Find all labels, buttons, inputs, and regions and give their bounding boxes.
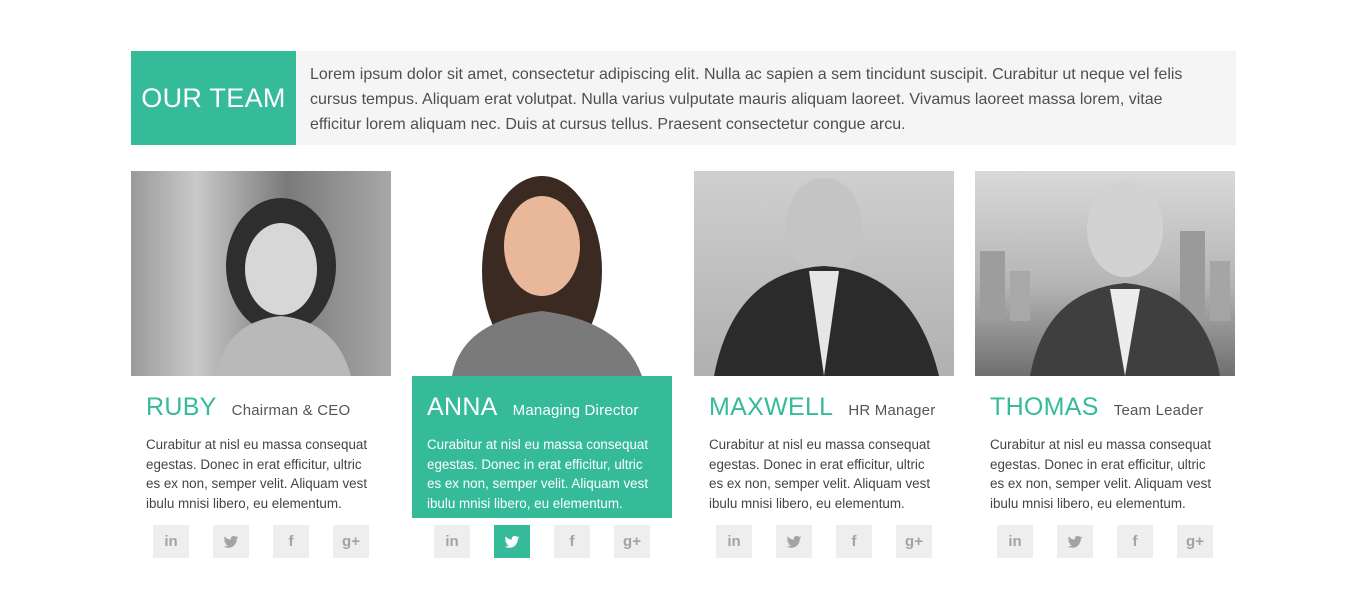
section-intro: Lorem ipsum dolor sit amet, consectetur …: [310, 66, 1183, 133]
facebook-icon[interactable]: f: [1117, 525, 1153, 558]
member-photo: [131, 171, 391, 376]
member-name: THOMAS: [990, 393, 1099, 421]
member-name: ANNA: [427, 393, 498, 421]
member-info: ANNA Managing Director Curabitur at nisl…: [412, 376, 672, 518]
member-bio: Curabitur at nisl eu massa consequat ege…: [146, 437, 368, 511]
social-links: in f g+: [716, 525, 932, 558]
member-info: THOMAS Team Leader Curabitur at nisl eu …: [975, 376, 1235, 518]
team-card-ruby: RUBY Chairman & CEO Curabitur at nisl eu…: [131, 171, 391, 558]
member-role: Team Leader: [1113, 402, 1204, 419]
facebook-icon[interactable]: f: [273, 525, 309, 558]
team-header: OUR TEAM Lorem ipsum dolor sit amet, con…: [131, 51, 1236, 145]
linkedin-icon[interactable]: in: [153, 525, 189, 558]
member-info: RUBY Chairman & CEO Curabitur at nisl eu…: [131, 376, 391, 518]
social-links: in f g+: [153, 525, 369, 558]
facebook-icon[interactable]: f: [836, 525, 872, 558]
googleplus-icon[interactable]: g+: [1177, 525, 1213, 558]
member-bio: Curabitur at nisl eu massa consequat ege…: [427, 437, 649, 511]
team-card-maxwell: MAXWELL HR Manager Curabitur at nisl eu …: [694, 171, 954, 558]
member-name: RUBY: [146, 393, 217, 421]
social-links: in f g+: [434, 525, 650, 558]
twitter-icon[interactable]: [213, 525, 249, 558]
member-photo: [975, 171, 1235, 376]
twitter-icon[interactable]: [1057, 525, 1093, 558]
member-photo: [412, 171, 672, 376]
member-bio: Curabitur at nisl eu massa consequat ege…: [990, 437, 1212, 511]
twitter-icon[interactable]: [494, 525, 530, 558]
googleplus-icon[interactable]: g+: [333, 525, 369, 558]
team-card-thomas: THOMAS Team Leader Curabitur at nisl eu …: [975, 171, 1235, 558]
googleplus-icon[interactable]: g+: [896, 525, 932, 558]
member-bio: Curabitur at nisl eu massa consequat ege…: [709, 437, 931, 511]
linkedin-icon[interactable]: in: [997, 525, 1033, 558]
googleplus-icon[interactable]: g+: [614, 525, 650, 558]
member-name: MAXWELL: [709, 393, 834, 421]
team-card-anna: ANNA Managing Director Curabitur at nisl…: [412, 171, 672, 558]
twitter-icon[interactable]: [776, 525, 812, 558]
social-links: in f g+: [997, 525, 1213, 558]
member-photo: [694, 171, 954, 376]
linkedin-icon[interactable]: in: [434, 525, 470, 558]
linkedin-icon[interactable]: in: [716, 525, 752, 558]
member-role: HR Manager: [848, 402, 936, 419]
member-info: MAXWELL HR Manager Curabitur at nisl eu …: [694, 376, 954, 518]
section-title: OUR TEAM: [131, 51, 296, 145]
member-role: Managing Director: [512, 402, 639, 419]
member-role: Chairman & CEO: [231, 402, 351, 419]
facebook-icon[interactable]: f: [554, 525, 590, 558]
